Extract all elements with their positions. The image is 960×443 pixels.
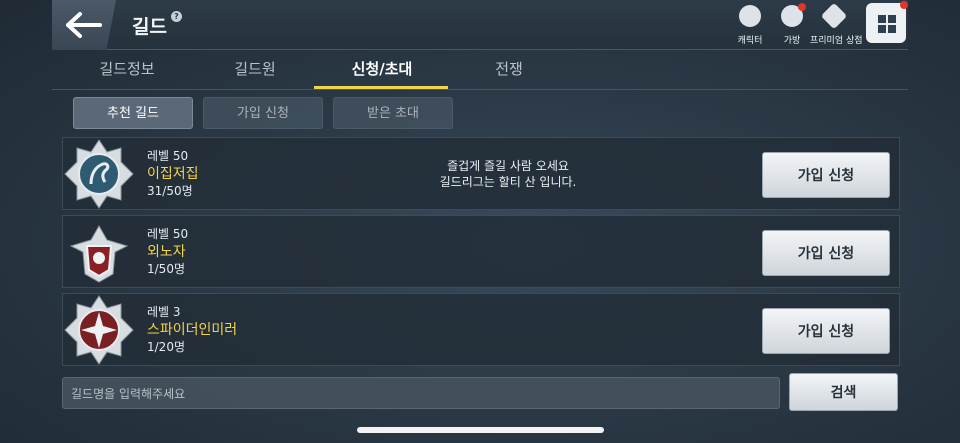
back-arrow-icon [66,12,102,38]
join-button[interactable]: 가입 신청 [762,308,890,354]
character-button[interactable]: 캐릭터 [726,5,774,46]
tabs-divider [52,89,908,90]
join-button[interactable]: 가입 신청 [762,230,890,276]
home-indicator[interactable] [357,427,604,433]
guild-name: 스파이더인미러 [147,322,238,338]
guild-row: 레벨 50 이집저집 31/50명 즐겁게 즐길 사람 오세요 길드리그는 할티… [62,137,900,210]
notification-dot [900,1,908,9]
subtab-recommended[interactable]: 추천 길드 [73,97,193,129]
tab-bar: 길드정보 길드원 신청/초대 전쟁 [52,50,908,90]
tab-guild-info[interactable]: 길드정보 [72,58,182,79]
dragon-emblem-icon [64,139,134,209]
character-icon [739,5,761,27]
back-button[interactable] [52,0,116,50]
guild-row: 레벨 3 스파이더인미러 1/20명 가입 신청 [62,293,900,366]
page-title: 길드 [132,16,167,38]
search-button[interactable]: 검색 [789,373,898,411]
guild-members: 1/50명 [147,262,185,276]
bag-label: 가방 [783,36,801,46]
tab-war[interactable]: 전쟁 [454,58,564,79]
guild-level: 레벨 3 [147,305,181,319]
guild-members: 1/20명 [147,340,185,354]
guild-name: 외노자 [147,244,186,260]
bag-button[interactable]: 가방 [768,3,816,46]
tab-members[interactable]: 길드원 [200,58,310,79]
character-label: 캐릭터 [737,36,763,46]
notification-dot [798,3,806,11]
guild-description-text: 즐겁게 즐길 사람 오세요 길드리그는 할티 산 입니다. [439,159,577,189]
top-bar: 길드 ? 캐릭터 가방 프리미엄 상점 [52,0,908,50]
subtab-join-requests[interactable]: 가입 신청 [203,97,323,129]
help-icon[interactable]: ? [171,11,182,22]
guild-members: 31/50명 [147,184,193,198]
guild-search-input[interactable]: 길드명을 입력해주세요 [62,377,780,409]
eagle-shield-emblem-icon [69,224,129,283]
guild-row: 레벨 50 외노자 1/50명 가입 신청 [62,215,900,288]
tab-applications[interactable]: 신청/초대 [327,58,437,79]
premium-shop-label: 프리미엄 상점 [810,36,863,46]
guild-level: 레벨 50 [147,149,189,163]
subtab-received-invites[interactable]: 받은 초대 [333,97,453,129]
diamond-icon [820,2,848,30]
menu-button[interactable] [866,1,908,43]
guild-name: 이집저집 [147,166,199,182]
guild-level: 레벨 50 [147,227,189,241]
bag-icon [781,3,806,27]
join-button[interactable]: 가입 신청 [762,152,890,198]
grid-icon [878,15,886,23]
star-emblem-icon [64,295,134,365]
guild-description: 즐겁게 즐길 사람 오세요 길드리그는 할티 산 입니다. [393,158,623,190]
premium-shop-button[interactable]: 프리미엄 상점 [810,2,863,46]
